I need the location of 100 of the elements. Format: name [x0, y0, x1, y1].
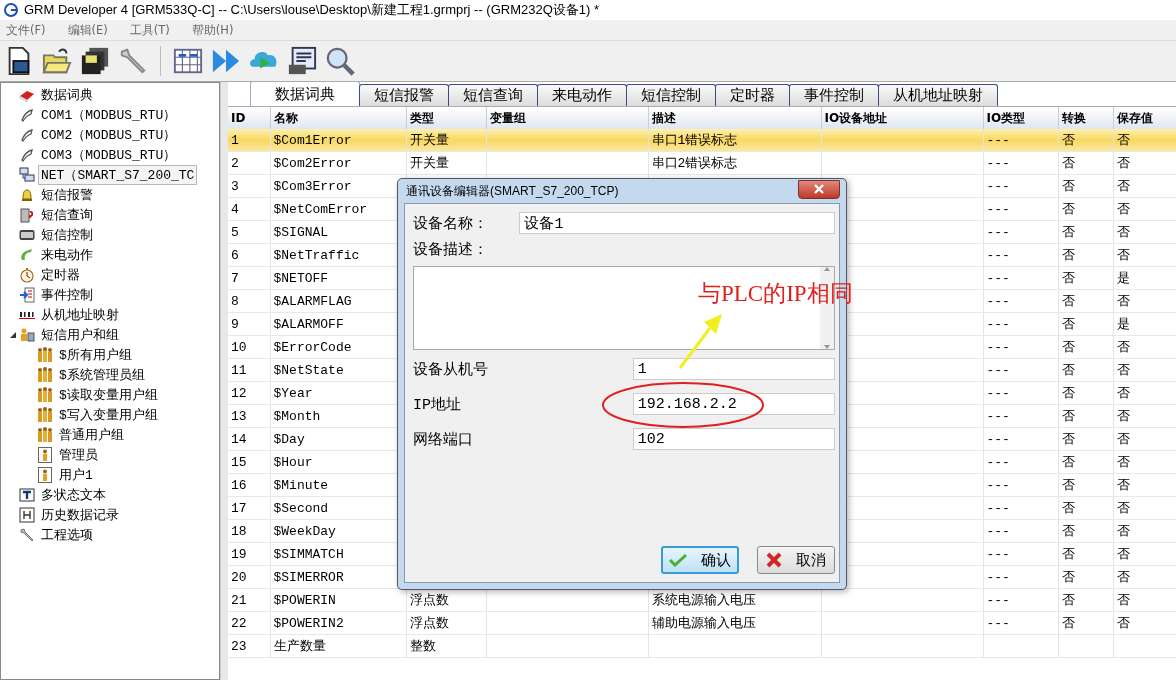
table-cell: $ALARMFLAG [273, 293, 352, 309]
tree-item[interactable]: $写入变量用户组 [56, 405, 161, 425]
tree-item[interactable]: 短信用户和组 [38, 325, 122, 345]
table-cell: 15 [231, 454, 247, 470]
table-cell: 9 [231, 316, 239, 332]
column-header[interactable]: 名称 [270, 107, 406, 129]
table-cell: 否 [1116, 432, 1130, 447]
column-header[interactable]: 描述 [648, 107, 821, 129]
tree-item[interactable]: $读取变量用户组 [56, 385, 161, 405]
field-label: 设备名称： [413, 214, 489, 233]
input-field[interactable]: 设备1 [519, 212, 835, 234]
input-field[interactable]: 1 [632, 358, 835, 380]
column-header[interactable]: 保存值 [1113, 107, 1176, 129]
wrench-icon [118, 46, 148, 76]
window-title: GRM Developer 4 [GRM533Q-C] -- C:\Users\louse\Desktop\新建工程1.grmprj -- (GRM232Q设备1) * [24, 1, 599, 19]
tree-item[interactable]: COM2（MODBUS_RTU） [38, 125, 180, 145]
tab[interactable]: 短信报警 [359, 84, 449, 106]
tree-item[interactable]: 事件控制 [38, 285, 96, 305]
cross-icon [766, 552, 782, 568]
menu-item[interactable]: 工具(T) [129, 22, 170, 38]
group-icon [37, 427, 53, 443]
tree-item[interactable]: 短信报警 [38, 185, 96, 205]
table-cell: --- [986, 385, 1010, 401]
table-cell: $POWERIN2 [273, 615, 344, 631]
table-cell: $Minute [273, 477, 329, 493]
tree-item[interactable]: 从机地址映射 [38, 305, 122, 325]
close-button[interactable] [798, 179, 840, 199]
table-cell: $Second [273, 500, 329, 516]
column-header[interactable]: 类型 [406, 107, 486, 129]
table-cell: 串口2错误标志 [651, 156, 738, 171]
tree-item[interactable]: 定时器 [38, 265, 83, 285]
network-icon [19, 167, 35, 183]
tree-item[interactable]: 短信控制 [38, 225, 96, 245]
table-cell: --- [986, 431, 1010, 447]
menu-item[interactable]: 文件(F) [6, 22, 46, 38]
table-cell: --- [986, 178, 1010, 194]
tree-item[interactable]: COM3（MODBUS_RTU） [38, 145, 180, 165]
input-field[interactable]: 192.168.2.2 [632, 393, 835, 415]
tree-item[interactable]: 历史数据记录 [38, 505, 122, 525]
tab[interactable]: 短信控制 [626, 84, 716, 106]
event-icon [19, 287, 35, 303]
table-cell: 18 [231, 523, 247, 539]
input-field[interactable]: 102 [632, 428, 835, 450]
scroll-up-icon[interactable] [824, 267, 830, 271]
tab[interactable]: 定时器 [715, 84, 790, 106]
tree-item[interactable]: 来电动作 [38, 245, 96, 265]
tree-item[interactable]: 工程选项 [38, 525, 96, 545]
field-label: 设备从机号 [413, 360, 489, 379]
table-cell: --- [986, 293, 1010, 309]
table-cell: 否 [1116, 547, 1130, 562]
table-cell: --- [986, 201, 1010, 217]
tree-item[interactable]: 普通用户组 [56, 425, 127, 445]
tab[interactable]: 数据词典 [250, 81, 360, 106]
table-cell: --- [986, 523, 1010, 539]
column-header[interactable]: 转换 [1058, 107, 1113, 129]
table-cell: 是 [1116, 317, 1130, 332]
users-icon [19, 327, 35, 343]
table-cell: $Com3Error [273, 178, 352, 194]
menu-item[interactable]: 编辑(E) [67, 22, 108, 38]
tree-item[interactable]: COM1（MODBUS_RTU） [38, 105, 180, 125]
column-header[interactable]: IO类型 [983, 107, 1058, 129]
menu-item[interactable]: 帮助(H) [191, 22, 234, 38]
splitter[interactable] [220, 82, 228, 680]
cancel-button[interactable]: 取消 [757, 546, 835, 574]
expand-arrow-icon[interactable] [9, 331, 17, 339]
table-cell: 系统电源输入电压 [651, 593, 756, 608]
column-header[interactable]: IO设备地址 [821, 107, 983, 129]
table-cell: 否 [1116, 593, 1130, 608]
field-label: 网络端口 [413, 430, 474, 449]
tree-item[interactable]: 用户1 [56, 465, 96, 485]
table-cell: --- [986, 546, 1010, 562]
table-cell: 否 [1116, 156, 1130, 171]
table-cell: $POWERIN [273, 592, 336, 608]
table-cell: 16 [231, 477, 247, 493]
tree-item[interactable]: 数据词典 [38, 85, 96, 105]
column-header[interactable]: ID [228, 107, 270, 129]
tree-item[interactable]: 多状态文本 [38, 485, 109, 505]
table-cell: --- [986, 477, 1010, 493]
table-cell: 2 [231, 155, 239, 171]
column-header[interactable]: 变量组 [486, 107, 648, 129]
tree-item[interactable]: NET（SMART_S7_200_TC [38, 165, 198, 185]
table-cell: 14 [231, 431, 247, 447]
table-cell: 否 [1116, 294, 1130, 309]
tab[interactable]: 从机地址映射 [878, 84, 998, 106]
save-all-icon [80, 46, 110, 76]
tree-item[interactable]: $所有用户组 [56, 345, 135, 365]
confirm-button[interactable]: 确认 [661, 546, 739, 574]
tree-item[interactable]: 管理员 [56, 445, 101, 465]
table-cell: $ErrorCode [273, 339, 352, 355]
table-cell: 8 [231, 293, 239, 309]
table-cell: 否 [1061, 524, 1075, 539]
tab[interactable]: 来电动作 [537, 84, 627, 106]
tab[interactable]: 短信查询 [448, 84, 538, 106]
table-cell: --- [986, 224, 1010, 240]
tree-item[interactable]: 短信查询 [38, 205, 96, 225]
table-cell: 否 [1116, 225, 1130, 240]
table-cell: 否 [1061, 432, 1075, 447]
tree-item[interactable]: $系统管理员组 [56, 365, 148, 385]
tab[interactable]: 事件控制 [789, 84, 879, 106]
scroll-down-icon[interactable] [824, 345, 830, 349]
